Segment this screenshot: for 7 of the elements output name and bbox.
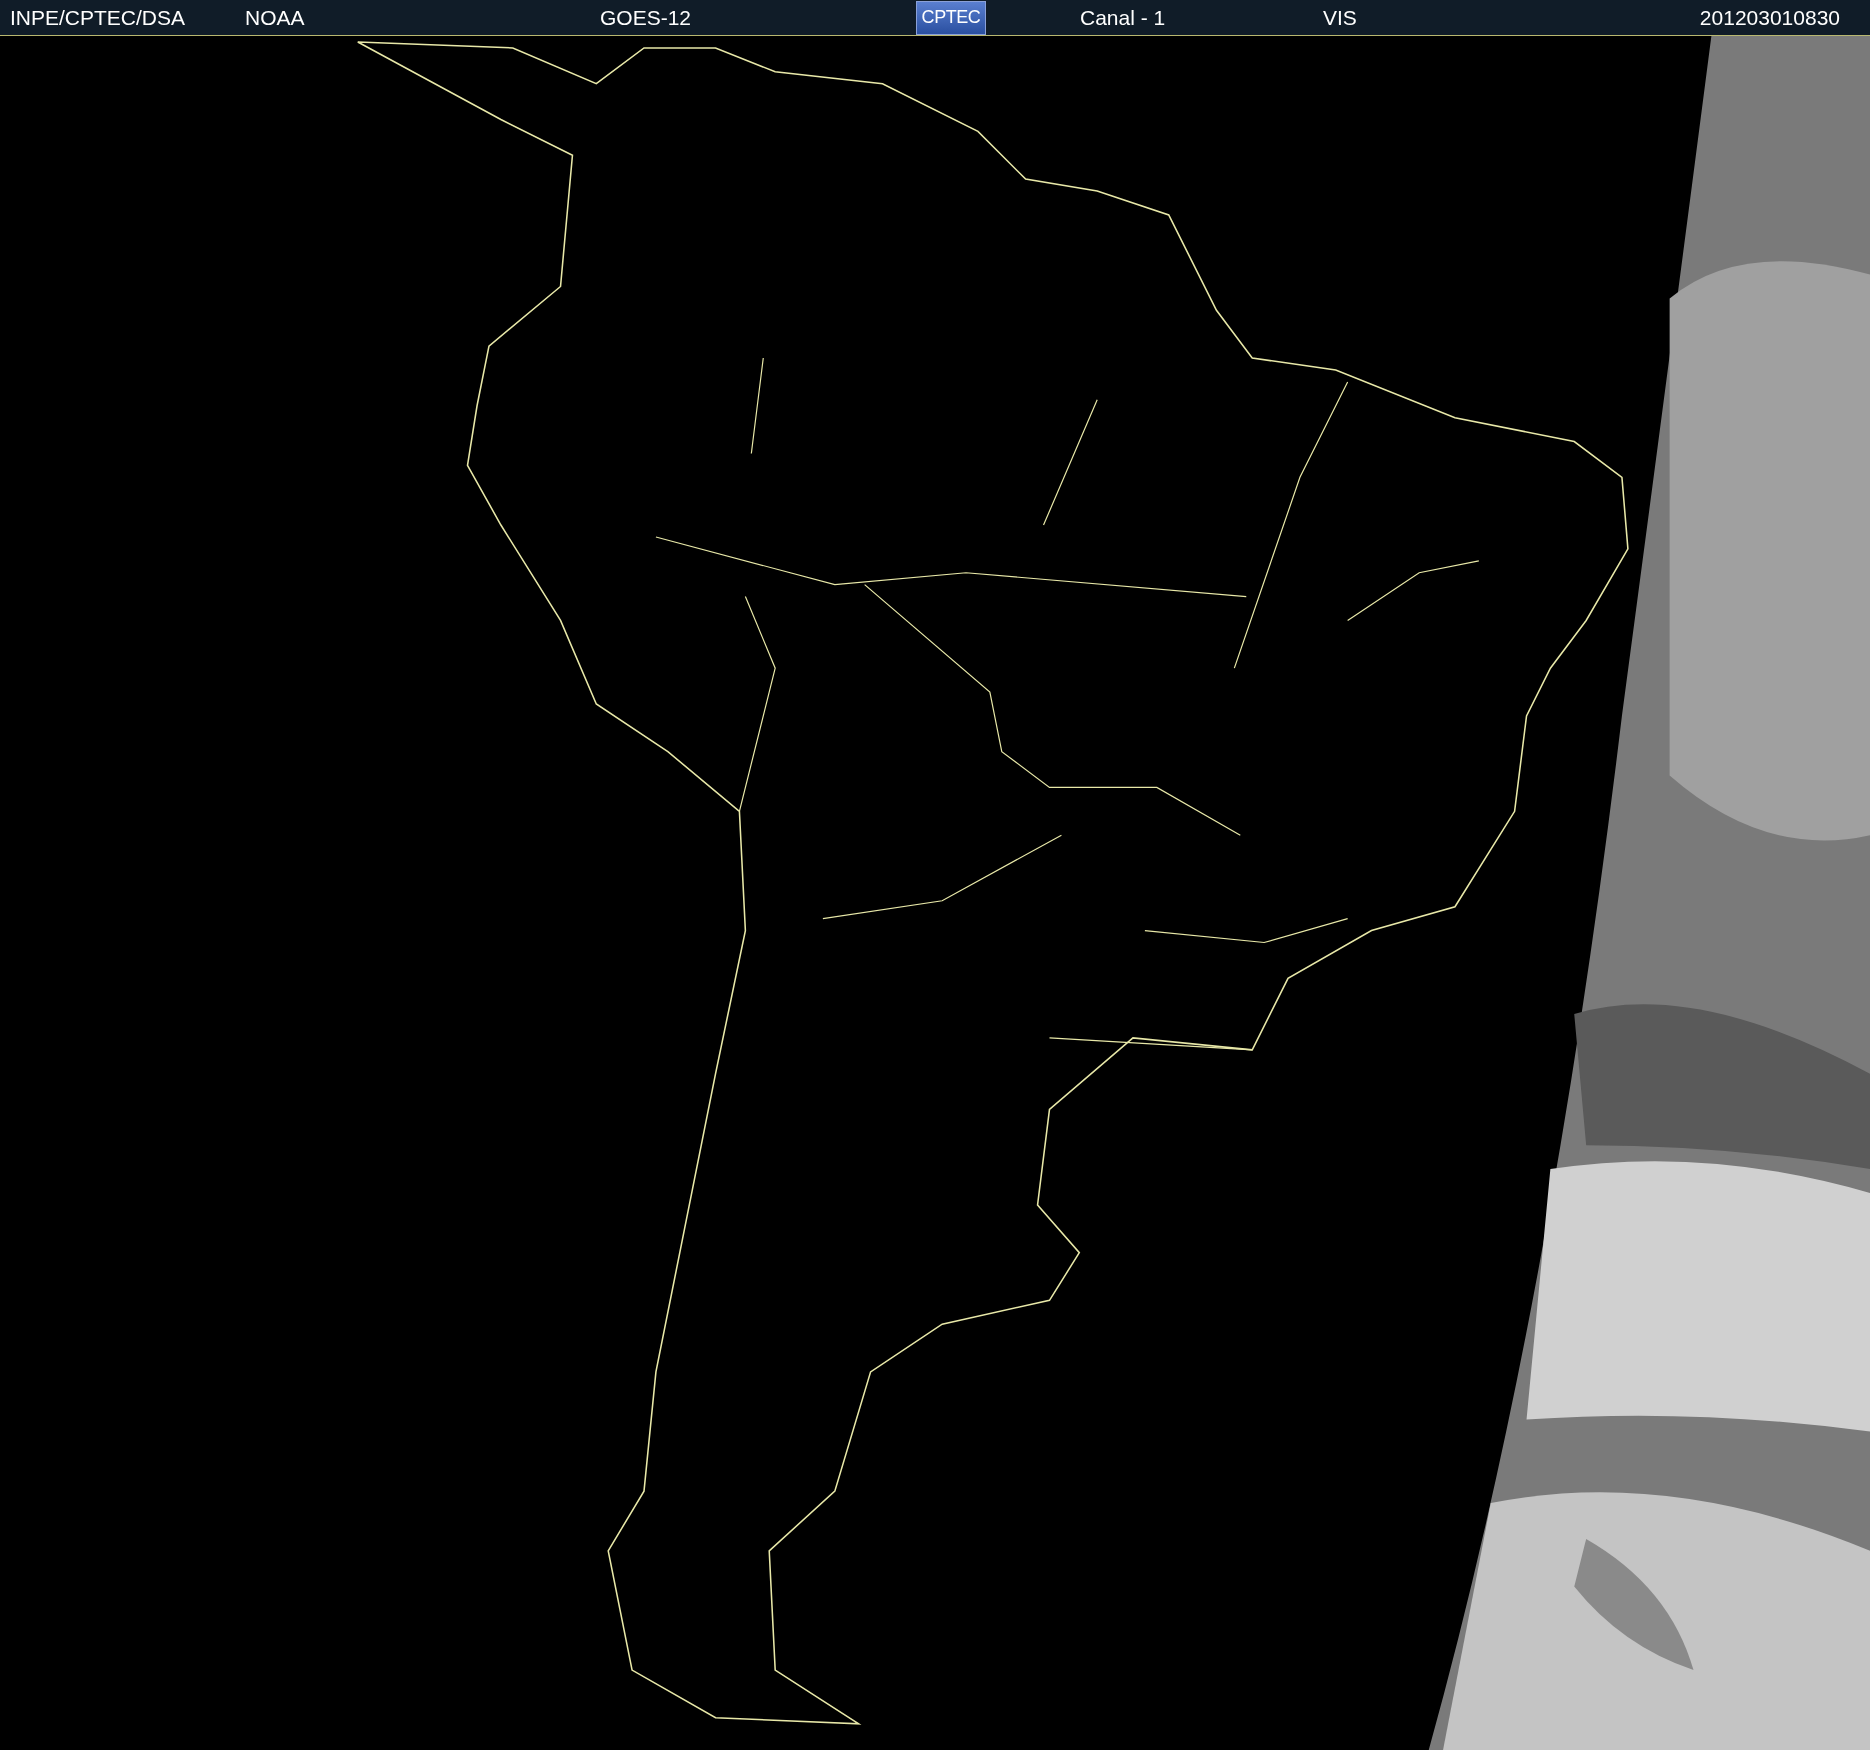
- logo: CPTEC: [916, 0, 986, 35]
- satellite-label: GOES-12: [600, 4, 693, 31]
- channel-label: Canal - 1: [1080, 4, 1167, 31]
- timestamp-label: 201203010830: [1699, 4, 1840, 31]
- band-label: VIS: [1323, 4, 1357, 31]
- agency-label: NOAA: [245, 4, 306, 31]
- source-label: INPE/CPTEC/DSA: [10, 4, 187, 31]
